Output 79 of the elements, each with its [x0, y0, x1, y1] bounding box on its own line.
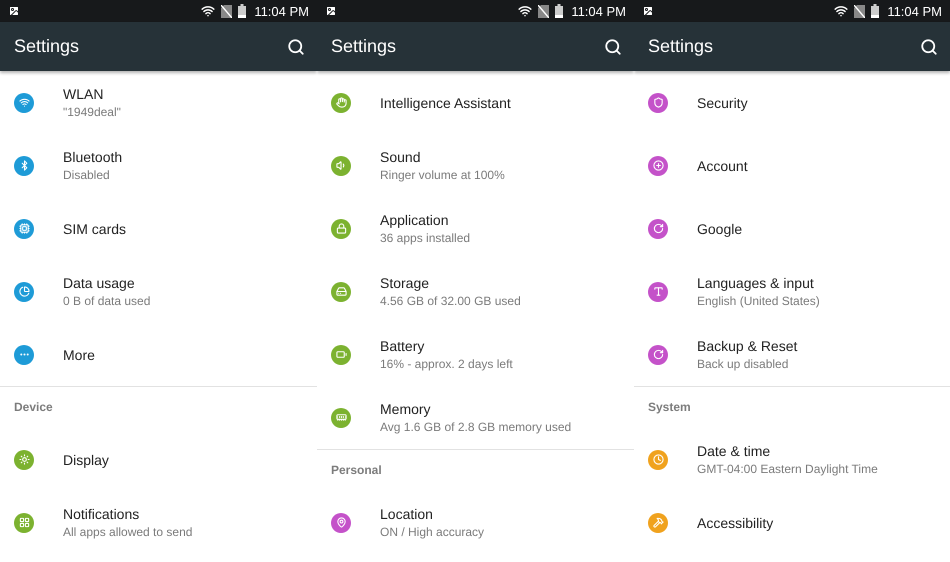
settings-item[interactable]: More	[0, 323, 317, 386]
setting-title: Battery	[380, 338, 426, 354]
status-time: 11:04 PM	[571, 4, 626, 18]
app-title: Settings	[14, 36, 80, 57]
search-button[interactable]	[287, 38, 305, 56]
settings-item[interactable]: Data usage 0 B of data used	[0, 260, 317, 323]
battery-icon	[555, 4, 564, 18]
settings-item[interactable]: Storage 4.56 GB of 32.00 GB used	[317, 260, 634, 323]
setting-title: Security	[697, 94, 748, 110]
app-title: Settings	[648, 36, 714, 57]
setting-title: Sound	[380, 149, 422, 165]
battery-icon	[238, 4, 246, 18]
setting-title: Notifications	[63, 506, 140, 522]
settings-item[interactable]: SIM cards	[0, 197, 317, 260]
settings-item[interactable]: Memory Avg 1.6 GB of 2.8 GB memory used	[317, 386, 634, 449]
settings-item[interactable]: Google	[634, 197, 950, 260]
settings-item[interactable]: Date & time GMT-04:00 Eastern Daylight Time	[634, 428, 950, 491]
setting-title: Application	[380, 212, 450, 228]
setting-title: More	[63, 346, 95, 362]
settings-item[interactable]: Battery 16% - approx. 2 days left	[317, 323, 634, 386]
settings-item[interactable]: Location ON / High accuracy	[317, 491, 634, 554]
setting-title: Backup & Reset	[697, 338, 798, 354]
settings-item[interactable]: Display	[0, 428, 317, 491]
settings-item[interactable]: WLAN "1949deal"	[0, 71, 317, 134]
setting-title: Storage	[380, 275, 430, 291]
setting-title: Bluetooth	[63, 149, 122, 165]
settings-item[interactable]: Backup & Reset Back up disabled	[634, 323, 950, 386]
status-time: 11:04 PM	[887, 4, 942, 18]
settings-item[interactable]: Application 36 apps installed	[317, 197, 634, 260]
settings-item[interactable]: Bluetooth Disabled	[0, 134, 317, 197]
settings-item[interactable]: Intelligence Assistant	[317, 71, 634, 134]
settings-item[interactable]: Languages & input English (United States)	[634, 260, 950, 323]
settings-item[interactable]: Security	[634, 71, 950, 134]
no-sim-icon	[854, 4, 866, 18]
setting-title: Accessibility	[697, 514, 774, 530]
no-sim-icon	[221, 4, 232, 18]
setting-summary: 36 apps installed	[380, 231, 470, 245]
settings-item[interactable]: Account	[634, 134, 950, 197]
no-sim-icon	[538, 4, 550, 18]
setting-summary: ON / High accuracy	[380, 525, 484, 539]
settings-item[interactable]: Accessibility	[634, 491, 950, 554]
setting-summary: 0 B of data used	[63, 294, 150, 308]
settings-item[interactable]: Sound Ringer volume at 100%	[317, 134, 634, 197]
setting-summary: Disabled	[63, 168, 111, 182]
setting-title: Data usage	[63, 275, 136, 291]
picture-icon	[642, 5, 654, 17]
battery-icon	[871, 4, 880, 18]
setting-title: Intelligence Assistant	[380, 94, 511, 110]
status-time: 11:04 PM	[254, 4, 309, 18]
setting-title: Account	[697, 158, 748, 174]
app-title: Settings	[331, 36, 398, 57]
setting-title: SIM cards	[63, 220, 126, 236]
setting-title: Display	[63, 452, 109, 468]
picture-icon	[8, 5, 20, 17]
section-header: Personal	[331, 463, 382, 477]
wifi-icon	[834, 4, 848, 18]
settings-item[interactable]: Notifications All apps allowed to send	[0, 491, 317, 554]
setting-title: Google	[697, 220, 742, 236]
setting-summary: GMT-04:00 Eastern Daylight Time	[697, 462, 878, 476]
wifi-icon	[201, 4, 216, 18]
setting-title: Date & time	[697, 443, 772, 459]
setting-summary: All apps allowed to send	[63, 525, 192, 539]
setting-summary: Back up disabled	[697, 357, 790, 371]
wifi-icon	[518, 4, 532, 18]
setting-summary: 16% - approx. 2 days left	[380, 357, 513, 371]
search-button[interactable]	[604, 38, 622, 56]
setting-summary: English (United States)	[697, 294, 820, 308]
section-header: Device	[14, 400, 53, 414]
setting-summary: "1949deal"	[63, 105, 121, 119]
setting-summary: 4.56 GB of 32.00 GB used	[380, 294, 521, 308]
search-button[interactable]	[920, 38, 938, 56]
section-header: System	[648, 400, 691, 414]
setting-title: Languages & input	[697, 275, 815, 291]
setting-title: WLAN	[63, 86, 104, 102]
picture-icon	[325, 5, 337, 17]
setting-title: Location	[380, 506, 434, 522]
setting-summary: Avg 1.6 GB of 2.8 GB memory used	[380, 420, 572, 434]
setting-summary: Ringer volume at 100%	[380, 168, 505, 182]
setting-title: Memory	[380, 401, 432, 417]
